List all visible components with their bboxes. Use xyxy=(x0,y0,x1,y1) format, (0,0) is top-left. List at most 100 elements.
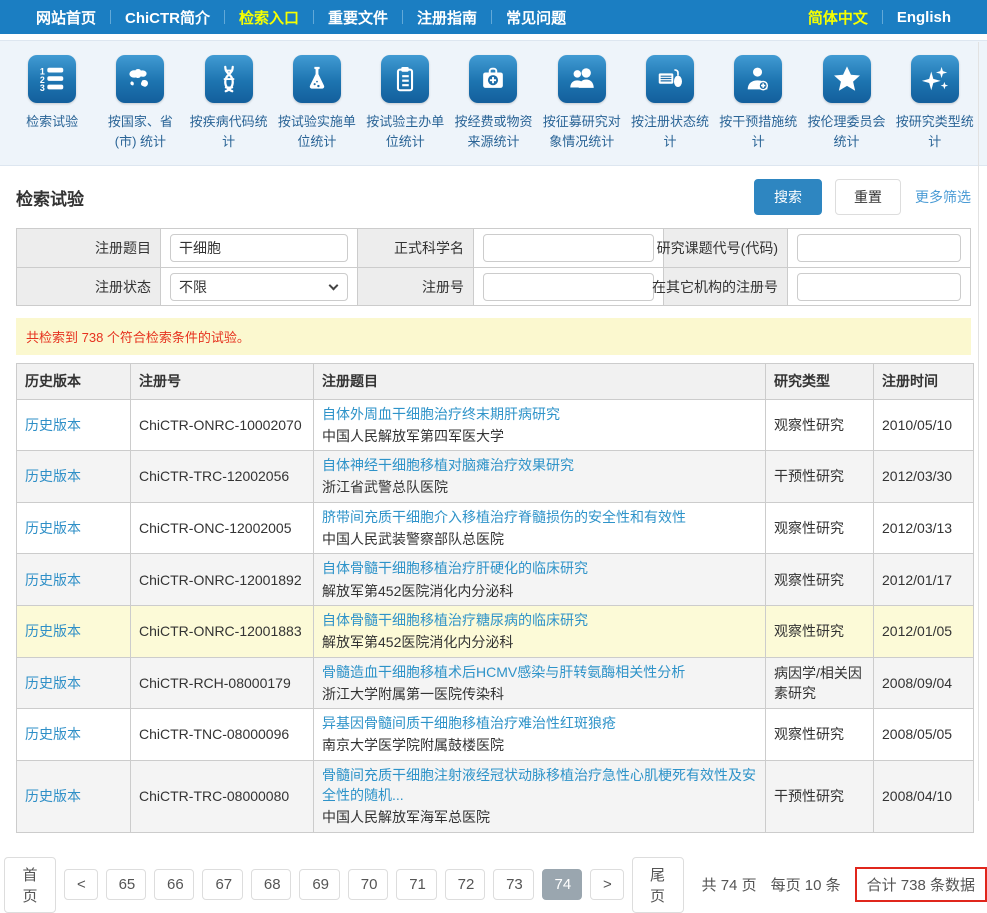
page-title: 检索试验 xyxy=(16,185,754,210)
toolbar-item-by-recruitment-status[interactable]: 按征募研究对 象情况统计 xyxy=(538,55,626,152)
trial-title-link[interactable]: 自体外周血干细胞治疗终末期肝病研究 xyxy=(322,404,757,424)
people-icon xyxy=(558,55,606,103)
history-version-link[interactable]: 历史版本 xyxy=(25,675,81,691)
trial-title-link[interactable]: 自体骨髓干细胞移植治疗肝硬化的临床研究 xyxy=(322,558,757,578)
scrollbar-track[interactable] xyxy=(978,42,979,801)
study-type: 观察性研究 xyxy=(766,554,874,606)
header-study-type: 研究类型 xyxy=(766,364,874,399)
toolbar-item-search-trials[interactable]: 123 检索试验 xyxy=(8,55,96,152)
table-header-row: 历史版本 注册号 注册题目 研究类型 注册时间 xyxy=(17,364,974,399)
total-pages-text: 共 74 页 xyxy=(702,874,757,895)
page-button-active[interactable]: 74 xyxy=(542,869,582,900)
scientific-name-input[interactable] xyxy=(483,234,654,262)
organization: 中国人民解放军海军总医院 xyxy=(322,807,757,827)
table-row: 历史版本 ChiCTR-ONC-12002005 脐带间充质干细胞介入移植治疗脊… xyxy=(17,502,974,554)
table-row-highlighted: 历史版本 ChiCTR-ONRC-12001883 自体骨髓干细胞移植治疗糖尿病… xyxy=(17,605,974,657)
registered-title-input[interactable] xyxy=(170,234,348,262)
registration-date: 2008/04/10 xyxy=(874,760,974,832)
toolbar-item-by-study-type[interactable]: 按研究类型统 计 xyxy=(891,55,979,152)
organization: 解放军第452医院消化内分泌科 xyxy=(322,632,757,652)
next-page-button[interactable]: > xyxy=(590,869,624,900)
reset-button[interactable]: 重置 xyxy=(835,179,901,215)
first-page-button[interactable]: 首页 xyxy=(4,857,56,913)
nav-menu: 网站首页 ChiCTR简介 检索入口 重要文件 注册指南 常见问题 xyxy=(22,5,794,30)
page-button[interactable]: 68 xyxy=(251,869,291,900)
results-table: 历史版本 注册号 注册题目 研究类型 注册时间 历史版本 ChiCTR-ONRC… xyxy=(16,363,974,832)
flask-icon xyxy=(293,55,341,103)
clipboard-icon xyxy=(381,55,429,103)
toolbar-item-label: 按试验主办单 位统计 xyxy=(366,112,444,152)
project-code-input[interactable] xyxy=(797,234,961,262)
registration-date: 2008/09/04 xyxy=(874,657,974,709)
toolbar-item-label: 按试验实施单 位统计 xyxy=(278,112,356,152)
registration-date: 2008/05/05 xyxy=(874,709,974,761)
page-button[interactable]: 69 xyxy=(299,869,339,900)
other-registry-number-label: 在其它机构的注册号 xyxy=(664,268,788,305)
table-row: 历史版本 ChiCTR-ONRC-10002070 自体外周血干细胞治疗终末期肝… xyxy=(17,399,974,451)
toolbar-item-by-funding-source[interactable]: 按经费或物资 来源统计 xyxy=(449,55,537,152)
registration-number: ChiCTR-TNC-08000096 xyxy=(131,709,314,761)
nav-item-search-entry[interactable]: 检索入口 xyxy=(225,5,313,30)
lang-simplified-chinese[interactable]: 简体中文 xyxy=(794,5,882,30)
trial-title-link[interactable]: 异基因骨髓间质干细胞移植治疗难治性红斑狼疮 xyxy=(322,713,757,733)
page-button[interactable]: 70 xyxy=(348,869,388,900)
toolbar-item-by-country[interactable]: 按国家、省 (市) 统计 xyxy=(96,55,184,152)
lang-english[interactable]: English xyxy=(883,7,965,28)
trial-title-link[interactable]: 自体骨髓干细胞移植治疗糖尿病的临床研究 xyxy=(322,610,757,630)
more-filters-link[interactable]: 更多筛选 xyxy=(915,187,971,207)
toolbar-item-by-disease-code[interactable]: 按疾病代码统 计 xyxy=(185,55,273,152)
registration-number: ChiCTR-ONC-12002005 xyxy=(131,502,314,554)
registration-status-select[interactable]: 不限 xyxy=(170,273,348,301)
toolbar-item-by-intervention[interactable]: 按干预措施统 计 xyxy=(714,55,802,152)
other-registry-number-input[interactable] xyxy=(797,273,961,301)
history-version-link[interactable]: 历史版本 xyxy=(25,417,81,433)
world-map-icon xyxy=(116,55,164,103)
nav-item-important-documents[interactable]: 重要文件 xyxy=(314,5,402,30)
history-version-link[interactable]: 历史版本 xyxy=(25,788,81,804)
page-button[interactable]: 65 xyxy=(106,869,146,900)
trial-title-link[interactable]: 自体神经干细胞移植对脑瘫治疗效果研究 xyxy=(322,455,757,475)
nav-item-registration-guide[interactable]: 注册指南 xyxy=(403,5,491,30)
history-version-link[interactable]: 历史版本 xyxy=(25,572,81,588)
history-version-link[interactable]: 历史版本 xyxy=(25,468,81,484)
study-type: 观察性研究 xyxy=(766,399,874,451)
medkit-icon xyxy=(469,55,517,103)
organization: 浙江省武警总队医院 xyxy=(322,477,757,497)
registration-date: 2010/05/10 xyxy=(874,399,974,451)
registration-status-label: 注册状态 xyxy=(17,268,161,305)
prev-page-button[interactable]: < xyxy=(64,869,98,900)
history-version-link[interactable]: 历史版本 xyxy=(25,623,81,639)
page-button[interactable]: 72 xyxy=(445,869,485,900)
toolbar-item-label: 按征募研究对 象情况统计 xyxy=(543,112,621,152)
history-version-link[interactable]: 历史版本 xyxy=(25,726,81,742)
form-row: 注册状态 不限 注册号 在其它机构的注册号 xyxy=(17,267,970,305)
language-switcher: 简体中文 English xyxy=(794,5,965,30)
search-button[interactable]: 搜索 xyxy=(754,179,822,215)
trial-title-link[interactable]: 骨髓造血干细胞移植术后HCMV感染与肝转氨酶相关性分析 xyxy=(322,662,757,682)
page-button[interactable]: 73 xyxy=(493,869,533,900)
registration-number-input[interactable] xyxy=(483,273,654,301)
history-version-link[interactable]: 历史版本 xyxy=(25,520,81,536)
registration-number: ChiCTR-TRC-12002056 xyxy=(131,451,314,503)
registration-date: 2012/01/17 xyxy=(874,554,974,606)
toolbar-item-by-ethics-committee[interactable]: 按伦理委员会 统计 xyxy=(802,55,890,152)
last-page-button[interactable]: 尾页 xyxy=(632,857,684,913)
toolbar-item-label: 按注册状态统 计 xyxy=(631,112,709,152)
nav-item-faq[interactable]: 常见问题 xyxy=(492,5,580,30)
toolbar-item-by-registration-status[interactable]: 按注册状态统 计 xyxy=(626,55,714,152)
toolbar-item-label: 检索试验 xyxy=(26,112,78,132)
svg-text:3: 3 xyxy=(40,83,45,93)
toolbar-item-by-sponsor-unit[interactable]: 按试验主办单 位统计 xyxy=(361,55,449,152)
nav-item-about[interactable]: ChiCTR简介 xyxy=(111,5,224,30)
trial-title-link[interactable]: 脐带间充质干细胞介入移植治疗脊髓损伤的安全性和有效性 xyxy=(322,507,757,527)
dna-icon xyxy=(205,55,253,103)
registration-number-label: 注册号 xyxy=(358,268,474,305)
nav-item-home[interactable]: 网站首页 xyxy=(22,5,110,30)
page-button[interactable]: 67 xyxy=(202,869,242,900)
sparkles-icon xyxy=(911,55,959,103)
registration-date: 2012/03/30 xyxy=(874,451,974,503)
toolbar-item-by-implementing-unit[interactable]: 按试验实施单 位统计 xyxy=(273,55,361,152)
page-button[interactable]: 71 xyxy=(396,869,436,900)
trial-title-link[interactable]: 骨髓间充质干细胞注射液经冠状动脉移植治疗急性心肌梗死有效性及安全性的随机... xyxy=(322,765,757,806)
page-button[interactable]: 66 xyxy=(154,869,194,900)
